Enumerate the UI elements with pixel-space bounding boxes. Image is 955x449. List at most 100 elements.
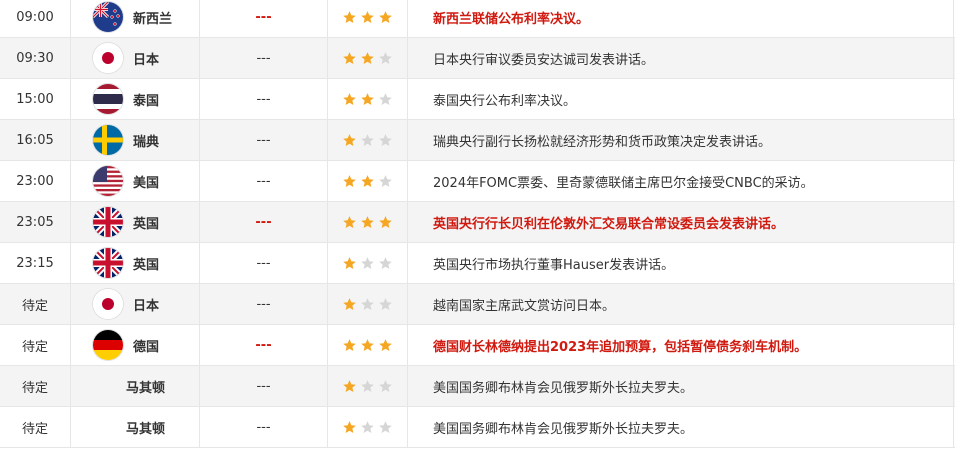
- country-cell: 瑞典: [71, 120, 200, 160]
- star-filled-icon: [342, 420, 360, 435]
- star-empty-icon: [378, 133, 396, 148]
- star-filled-icon: [342, 92, 360, 107]
- star-filled-icon: [360, 215, 378, 230]
- importance-rating: [328, 120, 408, 160]
- importance-rating: [328, 79, 408, 119]
- star-filled-icon: [342, 256, 360, 271]
- event-time: 23:00: [0, 161, 71, 201]
- country-name: 英国: [133, 216, 160, 232]
- event-time: 待定: [0, 325, 71, 365]
- value-placeholder: ---: [256, 50, 271, 66]
- star-empty-icon: [360, 256, 378, 271]
- th-flag-icon: [93, 84, 123, 114]
- event-time: 待定: [0, 407, 71, 447]
- star-empty-icon: [378, 420, 396, 435]
- importance-rating: [328, 325, 408, 365]
- country-name: 日本: [133, 298, 160, 314]
- value-placeholder: ---: [256, 255, 271, 271]
- star-filled-icon: [360, 51, 378, 66]
- star-filled-icon: [378, 10, 396, 25]
- event-time: 23:05: [0, 202, 71, 242]
- importance-rating: [328, 161, 408, 201]
- value-cell: ---: [200, 79, 328, 119]
- value-placeholder: ---: [256, 378, 271, 394]
- event-text: 越南国家主席武文赏访问日本。: [433, 298, 616, 314]
- table-row[interactable]: 15:00 泰国 --- 泰国央行公布利率决议。: [0, 79, 955, 120]
- event-text: 日本央行审议委员安达诚司发表讲话。: [433, 52, 655, 68]
- country-name: 泰国: [133, 93, 160, 109]
- event-description: 英国央行行长贝利在伦敦外汇交易联合常设委员会发表讲话。: [408, 202, 954, 242]
- jp-flag-icon: [93, 43, 123, 73]
- table-row[interactable]: 待定 德国 --- 德国财长林德纳提出2023年追加预算，包括暂停债务刹车机制。: [0, 325, 955, 366]
- star-filled-icon: [342, 174, 360, 189]
- country-cell: 泰国: [71, 79, 200, 119]
- event-description: 德国财长林德纳提出2023年追加预算，包括暂停债务刹车机制。: [408, 325, 954, 365]
- star-empty-icon: [360, 133, 378, 148]
- nz-flag-icon: [93, 2, 123, 32]
- star-filled-icon: [342, 338, 360, 353]
- star-filled-icon: [342, 10, 360, 25]
- country-cell: 英国: [71, 202, 200, 242]
- star-filled-icon: [342, 297, 360, 312]
- table-row[interactable]: 09:00 新西兰 --- 新西兰联储公布利率决议。: [0, 0, 955, 38]
- value-placeholder: ---: [256, 132, 271, 148]
- importance-rating: [328, 366, 408, 406]
- event-time: 15:00: [0, 79, 71, 119]
- country-cell: 英国: [71, 243, 200, 283]
- country-cell: 美国: [71, 161, 200, 201]
- importance-rating: [328, 0, 408, 37]
- event-time: 待定: [0, 284, 71, 324]
- country-name: 美国: [133, 175, 160, 191]
- table-row[interactable]: 09:30 日本 --- 日本央行审议委员安达诚司发表讲话。: [0, 38, 955, 79]
- value-cell: ---: [200, 202, 328, 242]
- table-row[interactable]: 23:05 英国 --- 英国央行行长贝利在伦敦外汇交易联合常设委员会发表讲话。: [0, 202, 955, 243]
- star-empty-icon: [378, 379, 396, 394]
- value-placeholder: ---: [255, 9, 272, 25]
- table-row[interactable]: 16:05 瑞典 --- 瑞典央行副行长扬松就经济形势和货币政策决定发表讲话。: [0, 120, 955, 161]
- event-description: 新西兰联储公布利率决议。: [408, 0, 954, 37]
- event-description: 越南国家主席武文赏访问日本。: [408, 284, 954, 324]
- value-cell: ---: [200, 38, 328, 78]
- value-cell: ---: [200, 161, 328, 201]
- value-placeholder: ---: [256, 296, 271, 312]
- event-text: 英国央行市场执行董事Hauser发表讲话。: [433, 257, 675, 273]
- star-empty-icon: [378, 92, 396, 107]
- event-description: 瑞典央行副行长扬松就经济形势和货币政策决定发表讲话。: [408, 120, 954, 160]
- table-row[interactable]: 23:00 美国 --- 2024年FOMC票委、里奇蒙德联储主席巴尔金接受CNBC的…: [0, 161, 955, 202]
- event-time: 待定: [0, 366, 71, 406]
- star-empty-icon: [378, 174, 396, 189]
- value-placeholder: ---: [255, 337, 272, 353]
- event-description: 美国国务卿布林肯会见俄罗斯外长拉夫罗夫。: [408, 407, 954, 447]
- event-text: 2024年FOMC票委、里奇蒙德联储主席巴尔金接受CNBC的采访。: [433, 175, 814, 191]
- country-name: 日本: [133, 52, 160, 68]
- table-row[interactable]: 待定 马其顿 --- 美国国务卿布林肯会见俄罗斯外长拉夫罗夫。: [0, 366, 955, 407]
- event-description: 日本央行审议委员安达诚司发表讲话。: [408, 38, 954, 78]
- star-empty-icon: [378, 51, 396, 66]
- event-text: 美国国务卿布林肯会见俄罗斯外长拉夫罗夫。: [433, 380, 694, 396]
- event-text: 瑞典央行副行长扬松就经济形势和货币政策决定发表讲话。: [433, 134, 772, 150]
- table-row[interactable]: 待定 马其顿 --- 美国国务卿布林肯会见俄罗斯外长拉夫罗夫。: [0, 407, 955, 448]
- uk-flag-icon: [93, 248, 123, 278]
- value-placeholder: ---: [256, 419, 271, 435]
- country-name: 英国: [133, 257, 160, 273]
- country-cell: 马其顿: [71, 366, 200, 406]
- event-time: 16:05: [0, 120, 71, 160]
- country-cell: 德国: [71, 325, 200, 365]
- event-description: 泰国央行公布利率决议。: [408, 79, 954, 119]
- value-cell: ---: [200, 407, 328, 447]
- star-filled-icon: [360, 92, 378, 107]
- country-cell: 日本: [71, 38, 200, 78]
- country-name: 瑞典: [133, 134, 160, 150]
- star-empty-icon: [378, 297, 396, 312]
- star-empty-icon: [360, 297, 378, 312]
- event-description: 2024年FOMC票委、里奇蒙德联储主席巴尔金接受CNBC的采访。: [408, 161, 954, 201]
- de-flag-icon: [93, 330, 123, 360]
- country-name: 马其顿: [126, 421, 166, 437]
- event-time: 09:30: [0, 38, 71, 78]
- importance-rating: [328, 284, 408, 324]
- country-name: 新西兰: [133, 11, 173, 27]
- se-flag-icon: [93, 125, 123, 155]
- value-cell: ---: [200, 366, 328, 406]
- table-row[interactable]: 23:15 英国 --- 英国央行市场执行董事Hauser发表讲话。: [0, 243, 955, 284]
- table-row[interactable]: 待定 日本 --- 越南国家主席武文赏访问日本。: [0, 284, 955, 325]
